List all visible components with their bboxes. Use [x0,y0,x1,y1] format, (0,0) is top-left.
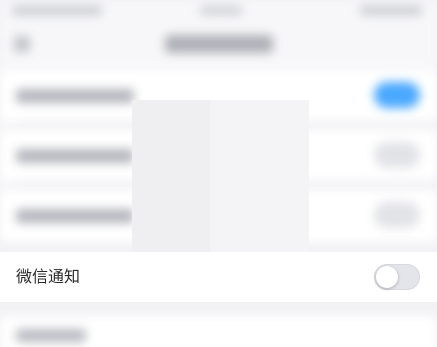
settings-page: 微信通知 [0,0,437,347]
setting-row-label [16,209,134,223]
page-title [165,35,273,53]
setting-toggle-off[interactable] [374,202,420,228]
footer-row [0,316,437,347]
wechat-notification-toggle[interactable] [374,264,420,290]
status-bar [0,0,437,22]
wechat-notification-label: 微信通知 [16,267,81,286]
status-bar-time [200,6,242,15]
wechat-notification-row[interactable]: 微信通知 [0,252,437,302]
setting-toggle-on[interactable] [374,82,420,108]
toggle-knob [376,266,398,288]
footer-row-label [16,329,86,342]
status-bar-carrier [12,6,102,15]
setting-toggle-off[interactable] [374,142,420,168]
setting-row-label [16,149,134,163]
setting-row-label [16,89,134,103]
status-bar-battery [360,6,422,15]
back-icon[interactable] [14,36,30,52]
navigation-bar [0,22,437,68]
